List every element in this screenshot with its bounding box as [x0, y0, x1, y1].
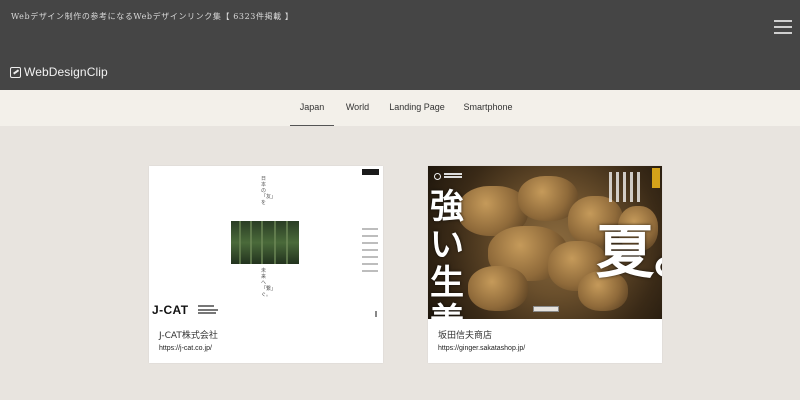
thumb-headline-top: 日本の「友」を: [261, 176, 277, 206]
thumb-forest-image: [231, 221, 299, 264]
site-card[interactable]: 強い生姜 夏。 坂田信夫商店 https://ginger.sakatashop…: [428, 166, 662, 363]
thumb-vertical-copy: [637, 172, 640, 202]
thumb-menu-list: [362, 228, 378, 277]
thumb-vertical-copy: [609, 172, 612, 202]
menu-line: [774, 26, 792, 28]
thumb-vertical-copy: [616, 172, 619, 202]
site-tagline: Webデザイン制作の参考になるWebデザインリンク集【 6323件掲載 】: [11, 12, 294, 21]
menu-line: [774, 32, 792, 34]
thumb-logo-text: [444, 173, 462, 175]
tab-smartphone[interactable]: Smartphone: [458, 90, 518, 126]
card-url: https://ginger.sakatashop.jp/: [438, 345, 526, 352]
tab-landing-page[interactable]: Landing Page: [385, 90, 449, 126]
thumb-yellow-tag: [652, 168, 660, 188]
card-url: https://j-cat.co.jp/: [159, 345, 212, 352]
thumb-contact-button: [362, 169, 379, 175]
thumb-sakata-logo: [434, 173, 441, 180]
category-nav: Japan World Landing Page Smartphone: [0, 90, 800, 126]
tab-japan[interactable]: Japan: [290, 90, 334, 126]
thumb-headline-strong-ginger: 強い生姜: [430, 187, 464, 319]
site-logo[interactable]: WebDesignClip: [10, 64, 108, 80]
tab-world[interactable]: World: [340, 90, 375, 126]
thumb-scroll-indicator: [375, 311, 377, 317]
card-title[interactable]: J-CAT株式会社: [159, 328, 218, 341]
card-title[interactable]: 坂田信夫商店: [438, 328, 492, 341]
thumb-cta-button: [533, 306, 559, 312]
hamburger-icon[interactable]: [774, 19, 792, 34]
site-thumbnail[interactable]: 日本の「友」を 未来へ「繋」ぐ。 J-CAT: [149, 166, 383, 319]
thumb-logo-subtext: [198, 305, 220, 316]
logo-clip-icon: [10, 66, 21, 78]
site-card[interactable]: 日本の「友」を 未来へ「繋」ぐ。 J-CAT J-CAT株式会社 https:/…: [149, 166, 383, 363]
logo-text: WebDesignClip: [24, 65, 108, 79]
site-header: Webデザイン制作の参考になるWebデザインリンク集【 6323件掲載 】 We…: [0, 0, 800, 90]
thumb-jcat-logo: J-CAT: [152, 303, 189, 317]
thumb-headline-summer: 夏。: [596, 218, 662, 286]
thumb-vertical-copy: [630, 172, 633, 202]
menu-line: [774, 20, 792, 22]
site-thumbnail[interactable]: 強い生姜 夏。: [428, 166, 662, 319]
thumb-vertical-copy: [623, 172, 626, 202]
thumb-headline-bottom: 未来へ「繋」ぐ。: [261, 268, 277, 298]
